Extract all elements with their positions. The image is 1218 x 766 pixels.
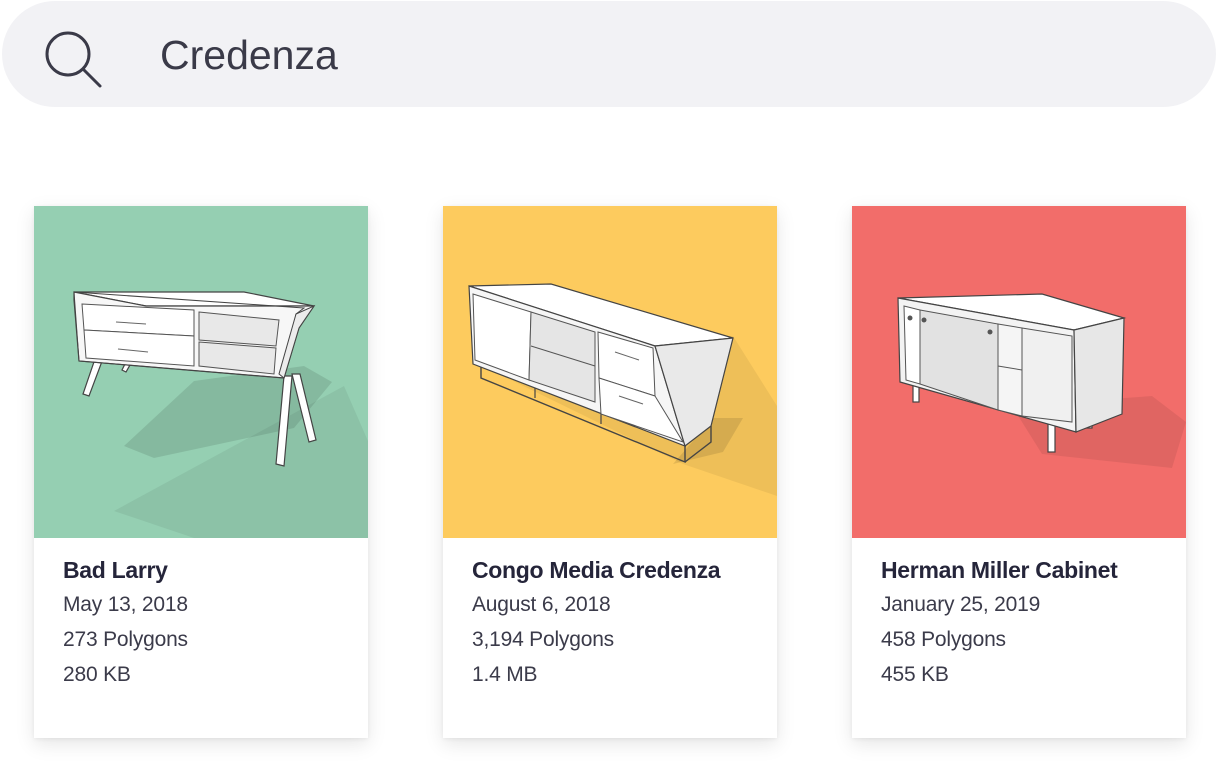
card-date: May 13, 2018 bbox=[63, 593, 188, 616]
card-file-size: 1.4 MB bbox=[472, 663, 538, 686]
card-title: Congo Media Credenza bbox=[472, 557, 721, 583]
card-thumbnail bbox=[34, 206, 368, 538]
card-polygons: 458 Polygons bbox=[881, 628, 1006, 651]
card-thumbnail bbox=[443, 206, 777, 538]
result-card[interactable]: Bad Larry May 13, 2018 273 Polygons 280 … bbox=[34, 206, 368, 738]
credenza-preview-image bbox=[73, 291, 368, 538]
result-card[interactable]: Herman Miller Cabinet January 25, 2019 4… bbox=[852, 206, 1186, 738]
card-details: Herman Miller Cabinet January 25, 2019 4… bbox=[881, 554, 1174, 692]
card-title: Bad Larry bbox=[63, 557, 168, 583]
card-title: Herman Miller Cabinet bbox=[881, 557, 1118, 583]
card-file-size: 455 KB bbox=[881, 663, 949, 686]
search-input[interactable] bbox=[160, 23, 1120, 87]
card-details: Bad Larry May 13, 2018 273 Polygons 280 … bbox=[63, 554, 356, 692]
search-bar[interactable] bbox=[2, 1, 1216, 107]
card-polygons: 3,194 Polygons bbox=[472, 628, 614, 651]
card-file-size: 280 KB bbox=[63, 663, 131, 686]
card-polygons: 273 Polygons bbox=[63, 628, 188, 651]
result-card[interactable]: Congo Media Credenza August 6, 2018 3,19… bbox=[443, 206, 777, 738]
card-date: August 6, 2018 bbox=[472, 593, 611, 616]
search-icon bbox=[45, 31, 102, 88]
credenza-preview-image bbox=[897, 293, 1186, 468]
card-details: Congo Media Credenza August 6, 2018 3,19… bbox=[472, 554, 765, 692]
card-date: January 25, 2019 bbox=[881, 593, 1041, 616]
card-thumbnail bbox=[852, 206, 1186, 538]
credenza-preview-image bbox=[468, 283, 777, 496]
